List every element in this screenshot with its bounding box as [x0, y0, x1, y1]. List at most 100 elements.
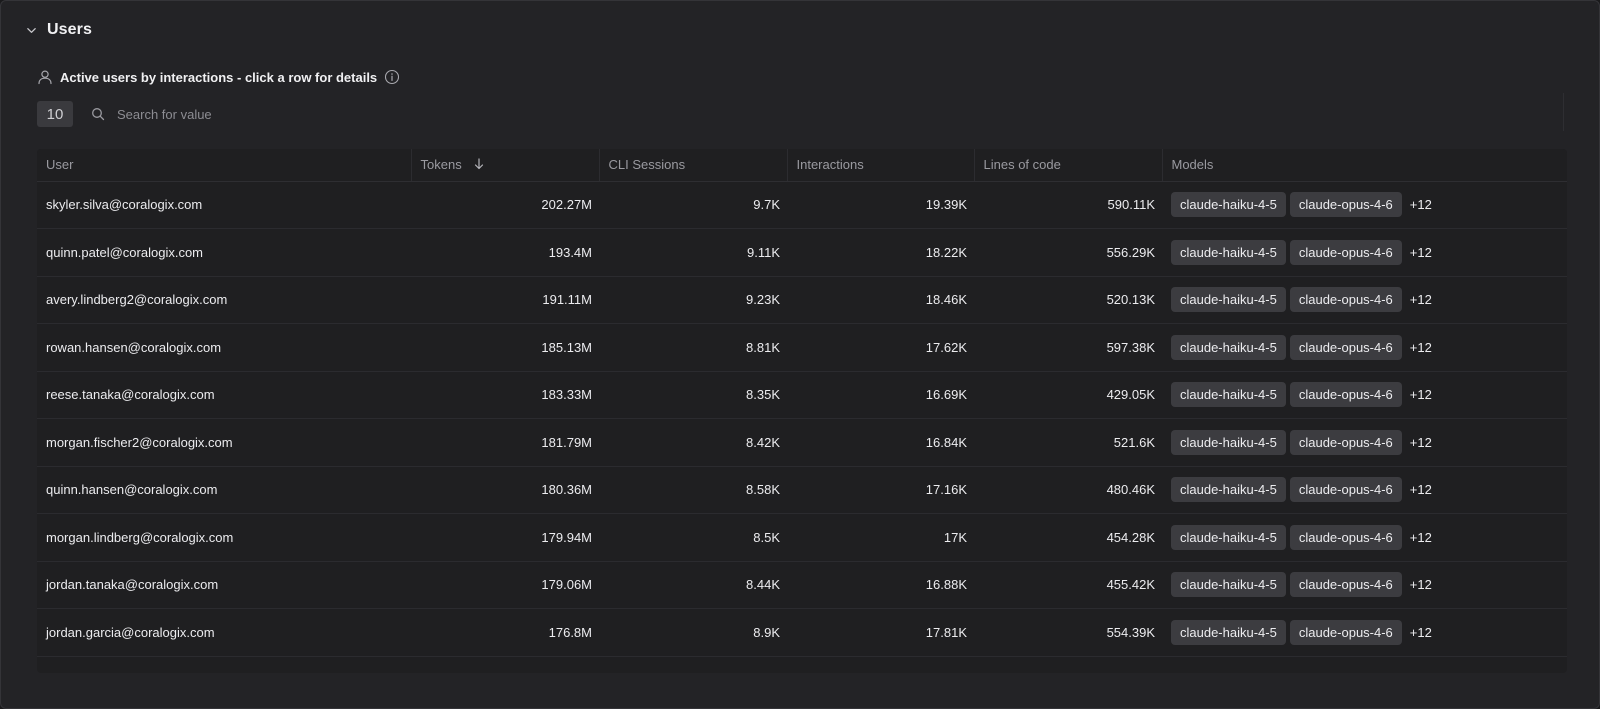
- more-models-count[interactable]: +12: [1410, 292, 1432, 307]
- cell-cli-sessions: 8.44K: [599, 561, 787, 609]
- cell-interactions: 17.81K: [787, 608, 974, 657]
- table-row[interactable]: morgan.fischer2@coralogix.com 181.79M 8.42…: [37, 418, 1567, 467]
- section-header[interactable]: Users: [25, 19, 92, 41]
- cell-cli-sessions: 9.11K: [599, 228, 787, 277]
- table-row[interactable]: jordan.garcia@coralogix.com 176.8M 8.9K 17.…: [37, 608, 1567, 657]
- cell-tokens: 183.33M: [411, 371, 599, 419]
- cell-models: claude-haiku-4-5 claude-opus-4-6 +12: [1162, 181, 1567, 229]
- cell-lines-of-code: 554.39K: [974, 608, 1162, 657]
- cell-lines-of-code: 556.29K: [974, 228, 1162, 277]
- more-models-count[interactable]: +12: [1410, 435, 1432, 450]
- model-tag: claude-haiku-4-5: [1171, 192, 1286, 218]
- model-tag: claude-opus-4-6: [1289, 619, 1402, 645]
- cell-user: jordan.tanaka@coralogix.com: [37, 561, 411, 609]
- cell-tokens: 193.4M: [411, 228, 599, 277]
- more-models-count[interactable]: +12: [1410, 197, 1432, 212]
- cell-interactions: 16.88K: [787, 561, 974, 609]
- table-row[interactable]: rowan.hansen@coralogix.com 185.13M 8.81K 17…: [37, 323, 1567, 372]
- table-row[interactable]: quinn.patel@coralogix.com 193.4M 9.11K 18.2…: [37, 228, 1567, 277]
- cell-tokens: 179.06M: [411, 561, 599, 609]
- table-row[interactable]: morgan.lindberg@coralogix.com 179.94M 8.5K…: [37, 513, 1567, 562]
- cell-lines-of-code: 520.13K: [974, 276, 1162, 324]
- table-row[interactable]: jordan.tanaka@coralogix.com 179.06M 8.44K 1…: [37, 561, 1567, 609]
- controls-divider: [1563, 93, 1564, 131]
- cell-models: claude-haiku-4-5 claude-opus-4-6 +12: [1162, 561, 1567, 609]
- widget-title: Active users by interactions - click a r…: [37, 67, 400, 87]
- cell-lines-of-code: 590.11K: [974, 181, 1162, 229]
- cell-cli-sessions: 8.42K: [599, 418, 787, 467]
- table-header-row: User Tokens CLI Sessions Interactions Li…: [37, 149, 1567, 182]
- cell-models: claude-haiku-4-5 claude-opus-4-6 +12: [1162, 466, 1567, 514]
- cell-tokens: 185.13M: [411, 323, 599, 372]
- cell-models: claude-haiku-4-5 claude-opus-4-6 +12: [1162, 228, 1567, 277]
- cell-lines-of-code: 597.38K: [974, 323, 1162, 372]
- column-header-tokens-label: Tokens: [420, 156, 462, 172]
- model-tag: claude-haiku-4-5: [1171, 429, 1286, 455]
- more-models-count[interactable]: +12: [1410, 530, 1432, 545]
- search-icon: [91, 107, 105, 121]
- cell-user: quinn.patel@coralogix.com: [37, 228, 411, 277]
- cell-user: avery.lindberg2@coralogix.com: [37, 276, 411, 324]
- cell-user: morgan.lindberg@coralogix.com: [37, 513, 411, 562]
- cell-tokens: 180.36M: [411, 466, 599, 514]
- cell-cli-sessions: 8.5K: [599, 513, 787, 562]
- cell-user: skyler.silva@coralogix.com: [37, 181, 411, 229]
- more-models-count[interactable]: +12: [1410, 340, 1432, 355]
- chevron-down-icon[interactable]: [25, 24, 37, 36]
- model-tag: claude-haiku-4-5: [1171, 334, 1286, 360]
- table-row[interactable]: reese.tanaka@coralogix.com 183.33M 8.35K 16…: [37, 371, 1567, 419]
- model-tag: claude-haiku-4-5: [1171, 524, 1286, 550]
- cell-models: claude-haiku-4-5 claude-opus-4-6 +12: [1162, 371, 1567, 419]
- more-models-count[interactable]: +12: [1410, 245, 1432, 260]
- model-tag: claude-opus-4-6: [1289, 382, 1402, 408]
- cell-interactions: 16.84K: [787, 418, 974, 467]
- cell-interactions: 17.16K: [787, 466, 974, 514]
- model-tag: claude-opus-4-6: [1289, 239, 1402, 265]
- user-icon: [37, 69, 53, 85]
- column-header-lines-of-code[interactable]: Lines of code: [974, 149, 1163, 182]
- users-table: User Tokens CLI Sessions Interactions Li…: [37, 149, 1567, 673]
- table-row[interactable]: skyler.silva@coralogix.com 202.27M 9.7K 19.…: [37, 181, 1567, 229]
- cell-lines-of-code: 521.6K: [974, 418, 1162, 467]
- info-icon[interactable]: [384, 69, 400, 85]
- column-header-cli-sessions[interactable]: CLI Sessions: [599, 149, 788, 182]
- cell-tokens: 176.8M: [411, 608, 599, 657]
- table-row[interactable]: quinn.hansen@coralogix.com 180.36M 8.58K 17…: [37, 466, 1567, 514]
- cell-interactions: 16.69K: [787, 371, 974, 419]
- more-models-count[interactable]: +12: [1410, 625, 1432, 640]
- cell-lines-of-code: 455.42K: [974, 561, 1162, 609]
- cell-models: claude-haiku-4-5 claude-opus-4-6 +12: [1162, 608, 1567, 657]
- column-header-models[interactable]: Models: [1162, 149, 1567, 182]
- cell-user: rowan.hansen@coralogix.com: [37, 323, 411, 372]
- model-tag: claude-opus-4-6: [1289, 572, 1402, 598]
- column-header-user[interactable]: User: [37, 149, 412, 182]
- model-tag: claude-opus-4-6: [1289, 192, 1402, 218]
- more-models-count[interactable]: +12: [1410, 387, 1432, 402]
- cell-interactions: 19.39K: [787, 181, 974, 229]
- table-row[interactable]: avery.lindberg2@coralogix.com 191.11M 9.23…: [37, 276, 1567, 324]
- cell-cli-sessions: 9.23K: [599, 276, 787, 324]
- model-tag: claude-haiku-4-5: [1171, 382, 1286, 408]
- arrow-down-icon[interactable]: [474, 158, 484, 173]
- cell-interactions: 18.22K: [787, 228, 974, 277]
- model-tag: claude-opus-4-6: [1289, 524, 1402, 550]
- model-tag: claude-opus-4-6: [1289, 334, 1402, 360]
- model-tag: claude-haiku-4-5: [1171, 619, 1286, 645]
- model-tag: claude-haiku-4-5: [1171, 572, 1286, 598]
- cell-cli-sessions: 8.58K: [599, 466, 787, 514]
- cell-interactions: 17K: [787, 513, 974, 562]
- more-models-count[interactable]: +12: [1410, 482, 1432, 497]
- cell-models: claude-haiku-4-5 claude-opus-4-6 +12: [1162, 276, 1567, 324]
- cell-cli-sessions: 8.35K: [599, 371, 787, 419]
- model-tag: claude-haiku-4-5: [1171, 287, 1286, 313]
- cell-lines-of-code: 454.28K: [974, 513, 1162, 562]
- page-size-select[interactable]: 10: [37, 101, 73, 127]
- cell-user: reese.tanaka@coralogix.com: [37, 371, 411, 419]
- cell-user: quinn.hansen@coralogix.com: [37, 466, 411, 514]
- more-models-count[interactable]: +12: [1410, 577, 1432, 592]
- search-box: [91, 106, 417, 122]
- column-header-interactions[interactable]: Interactions: [787, 149, 975, 182]
- search-input[interactable]: [117, 106, 417, 122]
- column-header-tokens[interactable]: Tokens: [411, 149, 600, 182]
- cell-tokens: 181.79M: [411, 418, 599, 467]
